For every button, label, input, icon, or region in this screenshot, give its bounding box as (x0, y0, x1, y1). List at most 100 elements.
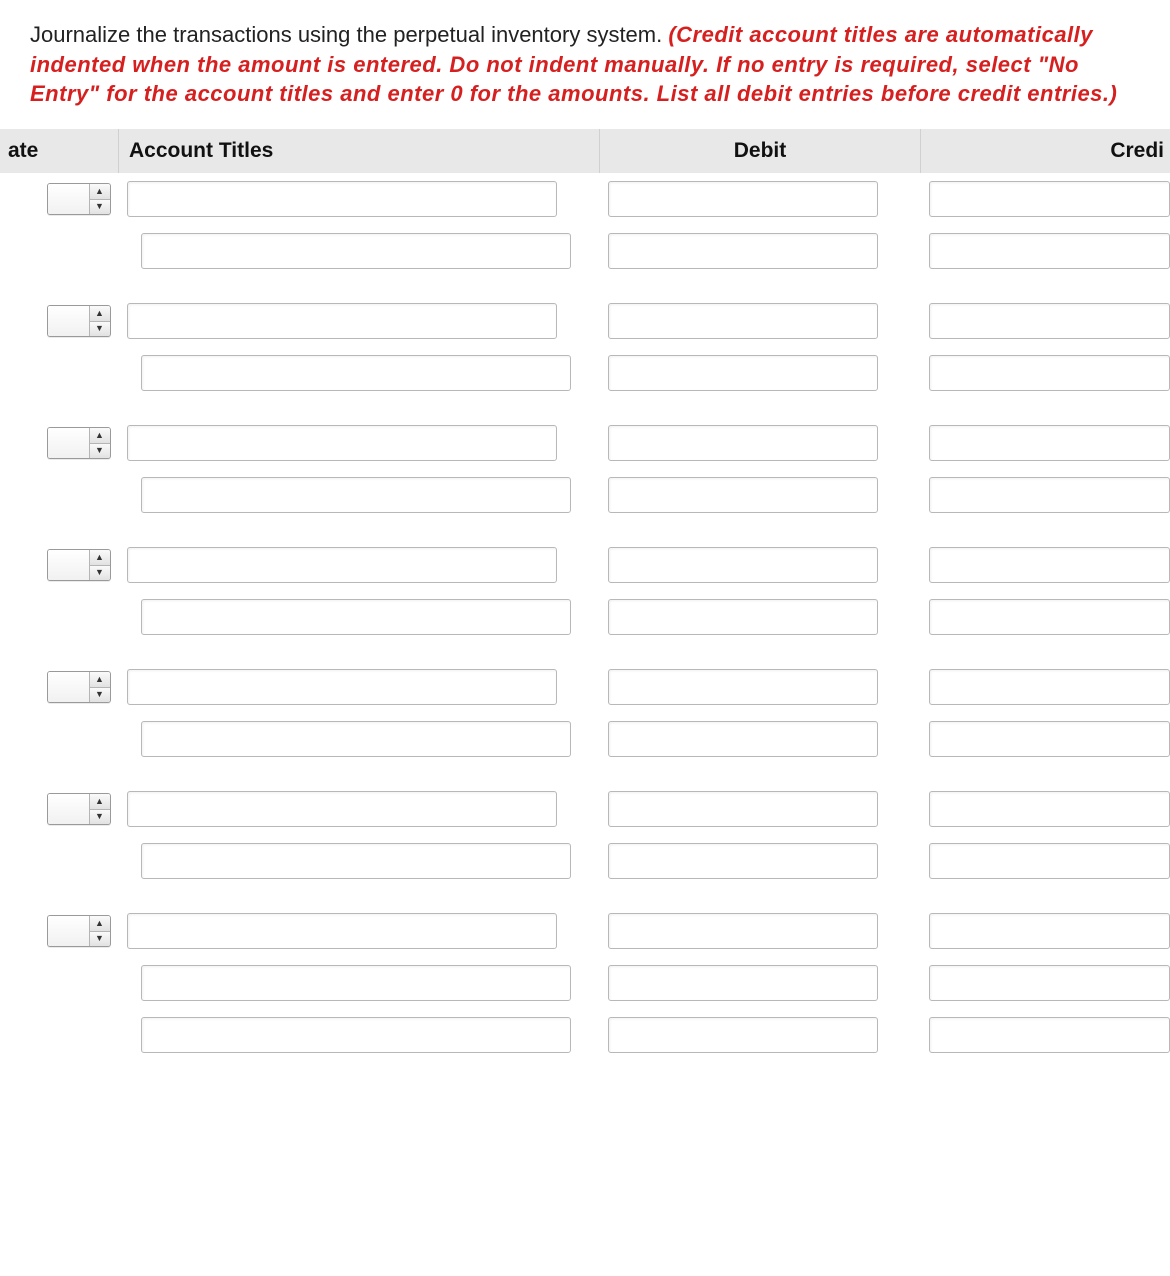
account-title-input[interactable] (141, 599, 571, 635)
account-title-input[interactable] (127, 303, 557, 339)
chevron-up-icon[interactable]: ▲ (90, 672, 110, 688)
debit-input[interactable] (608, 181, 878, 217)
credit-cell (921, 295, 1170, 347)
date-stepper[interactable]: ▲▼ (47, 427, 111, 459)
account-title-input[interactable] (141, 477, 571, 513)
date-cell: ▲▼ (0, 905, 119, 957)
credit-input[interactable] (929, 477, 1170, 513)
account-cell (119, 1009, 600, 1061)
chevron-down-icon[interactable]: ▼ (90, 200, 110, 215)
journal-line (0, 835, 1170, 887)
debit-input[interactable] (608, 913, 878, 949)
credit-input[interactable] (929, 843, 1170, 879)
journal-line (0, 713, 1170, 765)
account-title-input[interactable] (127, 547, 557, 583)
account-title-input[interactable] (141, 233, 571, 269)
credit-input[interactable] (929, 181, 1170, 217)
debit-cell (600, 835, 921, 887)
credit-input[interactable] (929, 355, 1170, 391)
date-stepper-value (48, 306, 90, 336)
account-cell (119, 835, 600, 887)
journal-line (0, 225, 1170, 277)
credit-input[interactable] (929, 913, 1170, 949)
account-title-input[interactable] (141, 355, 571, 391)
header-account: Account Titles (119, 129, 600, 173)
credit-cell (921, 661, 1170, 713)
chevron-up-icon[interactable]: ▲ (90, 184, 110, 200)
debit-input[interactable] (608, 477, 878, 513)
chevron-down-icon[interactable]: ▼ (90, 322, 110, 337)
credit-cell (921, 417, 1170, 469)
date-stepper[interactable]: ▲▼ (47, 183, 111, 215)
debit-cell (600, 905, 921, 957)
journal-table: ate Account Titles Debit Credi ▲▼▲▼▲▼▲▼▲… (0, 129, 1170, 1061)
chevron-down-icon[interactable]: ▼ (90, 688, 110, 703)
debit-cell (600, 225, 921, 277)
debit-input[interactable] (608, 355, 878, 391)
credit-input[interactable] (929, 721, 1170, 757)
date-cell (0, 347, 119, 399)
group-separator (0, 887, 1170, 905)
debit-input[interactable] (608, 791, 878, 827)
account-title-input[interactable] (127, 913, 557, 949)
debit-input[interactable] (608, 547, 878, 583)
chevron-up-icon[interactable]: ▲ (90, 428, 110, 444)
journal-line: ▲▼ (0, 661, 1170, 713)
credit-cell (921, 783, 1170, 835)
debit-cell (600, 713, 921, 765)
credit-input[interactable] (929, 599, 1170, 635)
journal-line: ▲▼ (0, 295, 1170, 347)
credit-cell (921, 835, 1170, 887)
credit-input[interactable] (929, 425, 1170, 461)
group-separator (0, 521, 1170, 539)
chevron-up-icon[interactable]: ▲ (90, 916, 110, 932)
journal-line: ▲▼ (0, 905, 1170, 957)
credit-input[interactable] (929, 791, 1170, 827)
debit-input[interactable] (608, 599, 878, 635)
date-cell: ▲▼ (0, 173, 119, 225)
date-stepper[interactable]: ▲▼ (47, 671, 111, 703)
credit-input[interactable] (929, 669, 1170, 705)
date-cell (0, 957, 119, 1009)
credit-input[interactable] (929, 1017, 1170, 1053)
account-title-input[interactable] (141, 721, 571, 757)
account-title-input[interactable] (141, 965, 571, 1001)
debit-input[interactable] (608, 425, 878, 461)
chevron-down-icon[interactable]: ▼ (90, 810, 110, 825)
debit-input[interactable] (608, 721, 878, 757)
debit-input[interactable] (608, 965, 878, 1001)
account-title-input[interactable] (141, 843, 571, 879)
date-stepper[interactable]: ▲▼ (47, 915, 111, 947)
date-stepper[interactable]: ▲▼ (47, 305, 111, 337)
debit-input[interactable] (608, 303, 878, 339)
date-stepper-value (48, 184, 90, 214)
journal-entry-page: Journalize the transactions using the pe… (0, 0, 1170, 1061)
credit-input[interactable] (929, 303, 1170, 339)
account-cell (119, 957, 600, 1009)
chevron-up-icon[interactable]: ▲ (90, 550, 110, 566)
debit-input[interactable] (608, 233, 878, 269)
chevron-down-icon[interactable]: ▼ (90, 932, 110, 947)
debit-input[interactable] (608, 669, 878, 705)
date-stepper[interactable]: ▲▼ (47, 549, 111, 581)
account-title-input[interactable] (127, 425, 557, 461)
account-title-input[interactable] (141, 1017, 571, 1053)
credit-cell (921, 957, 1170, 1009)
account-title-input[interactable] (127, 791, 557, 827)
date-stepper-value (48, 550, 90, 580)
chevron-down-icon[interactable]: ▼ (90, 444, 110, 459)
account-title-input[interactable] (127, 669, 557, 705)
chevron-up-icon[interactable]: ▲ (90, 306, 110, 322)
date-cell (0, 225, 119, 277)
account-title-input[interactable] (127, 181, 557, 217)
credit-input[interactable] (929, 965, 1170, 1001)
account-cell (119, 173, 600, 225)
account-cell (119, 591, 600, 643)
credit-input[interactable] (929, 547, 1170, 583)
chevron-up-icon[interactable]: ▲ (90, 794, 110, 810)
debit-input[interactable] (608, 1017, 878, 1053)
date-stepper[interactable]: ▲▼ (47, 793, 111, 825)
credit-input[interactable] (929, 233, 1170, 269)
debit-input[interactable] (608, 843, 878, 879)
chevron-down-icon[interactable]: ▼ (90, 566, 110, 581)
